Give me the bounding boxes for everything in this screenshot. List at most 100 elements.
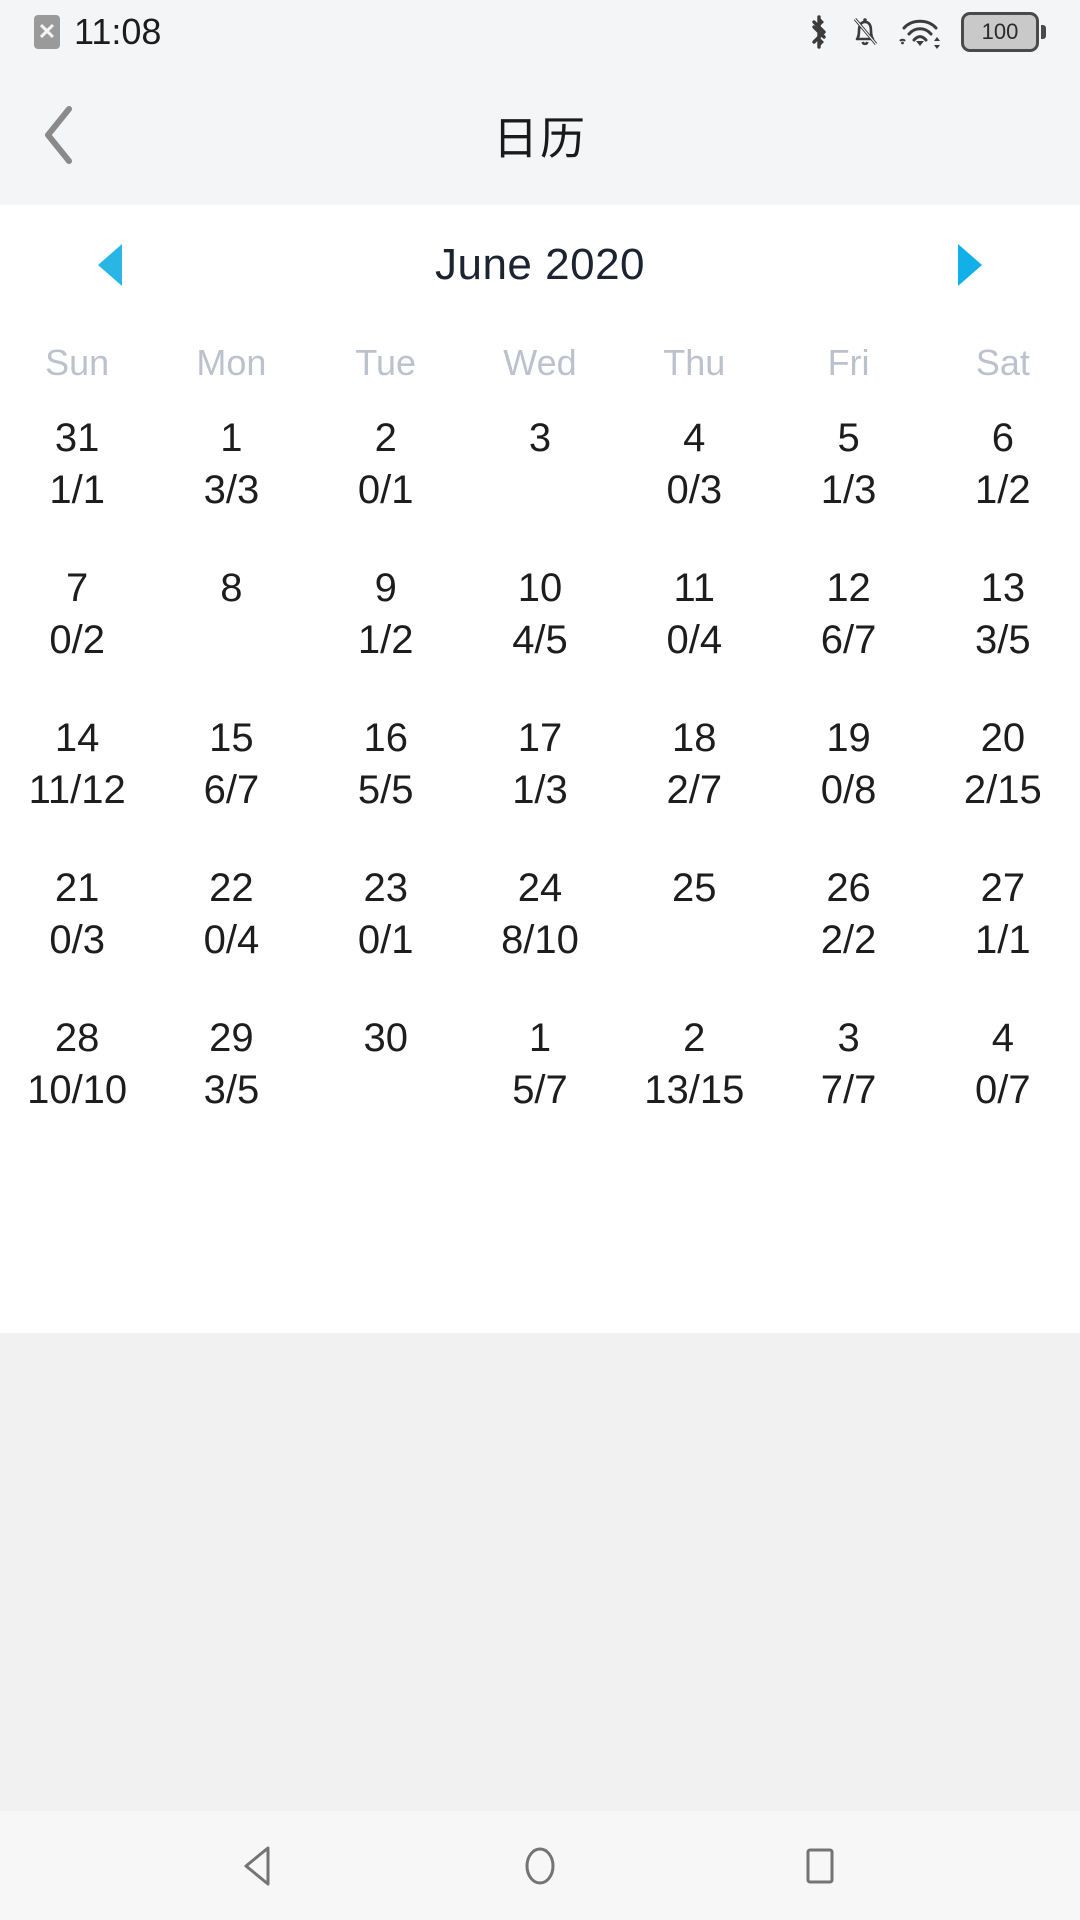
day-number: 16 — [363, 716, 408, 760]
day-number: 4 — [683, 416, 706, 460]
day-number: 7 — [66, 566, 89, 610]
day-cell[interactable]: 6 1/2 — [926, 401, 1080, 551]
day-number: 6 — [991, 416, 1014, 460]
day-count: 1/1 — [975, 918, 1031, 962]
triangle-right-icon — [958, 244, 982, 286]
nav-home-icon — [516, 1842, 564, 1890]
day-cell[interactable]: 8 — [154, 551, 308, 701]
day-count: 5/5 — [357, 768, 414, 812]
day-count: 3/5 — [975, 618, 1031, 662]
day-cell[interactable]: 2 0/1 — [309, 401, 463, 551]
day-count: 4/5 — [512, 618, 568, 662]
day-number: 24 — [517, 866, 563, 910]
day-count: 8/10 — [501, 918, 579, 962]
weekday-fri: Fri — [827, 342, 870, 383]
week-row: 28 10/10 29 3/5 30 1 5/7 2 13/15 3 7/7 4… — [0, 1001, 1080, 1151]
day-count: 0/4 — [666, 618, 723, 662]
day-count: 2/15 — [963, 768, 1042, 812]
day-cell[interactable]: 15 6/7 — [154, 701, 308, 851]
notifications-muted-icon — [849, 13, 881, 51]
day-number: 3 — [528, 416, 552, 460]
week-row: 21 0/3 22 0/4 23 0/1 24 8/10 25 26 2/2 2… — [0, 851, 1080, 1001]
day-cell[interactable]: 9 1/2 — [309, 551, 463, 701]
day-cell[interactable]: 17 1/3 — [463, 701, 617, 851]
day-cell[interactable]: 25 — [617, 851, 771, 1001]
day-cell[interactable]: 19 0/8 — [771, 701, 925, 851]
day-count: 0/4 — [203, 918, 260, 962]
week-row: 14 11/12 15 6/7 16 5/5 17 1/3 18 2/7 19 … — [0, 701, 1080, 851]
day-cell[interactable]: 11 0/4 — [617, 551, 771, 701]
day-count: 0/3 — [49, 918, 105, 962]
day-count: 2/2 — [820, 918, 877, 962]
calendar-grid: 31 1/1 1 3/3 2 0/1 3 4 0/3 5 1/3 6 1/2 7… — [0, 401, 1080, 1151]
day-number: 12 — [826, 566, 871, 610]
day-count: 0/7 — [975, 1068, 1031, 1112]
day-count: 1/1 — [49, 468, 105, 512]
day-cell[interactable]: 26 2/2 — [771, 851, 925, 1001]
prev-month-button[interactable] — [80, 235, 140, 295]
nav-recents-button[interactable] — [765, 1811, 875, 1920]
day-count: 0/1 — [357, 468, 414, 512]
weekday-thu: Thu — [663, 342, 726, 383]
battery-icon: 100 — [961, 12, 1046, 52]
weekday-tue: Tue — [355, 342, 417, 383]
day-cell[interactable]: 16 5/5 — [309, 701, 463, 851]
nav-home-button[interactable] — [485, 1811, 595, 1920]
day-cell[interactable]: 14 11/12 — [0, 701, 154, 851]
weekday-sat: Sat — [975, 342, 1030, 383]
day-number: 26 — [826, 866, 871, 910]
sim-x-icon: ✕ — [34, 15, 60, 49]
day-cell[interactable]: 5 1/3 — [771, 401, 925, 551]
day-cell[interactable]: 10 4/5 — [463, 551, 617, 701]
day-cell[interactable]: 21 0/3 — [0, 851, 154, 1001]
day-cell[interactable]: 1 5/7 — [463, 1001, 617, 1151]
bluetooth-icon — [806, 13, 832, 51]
day-cell[interactable]: 1 3/3 — [154, 401, 308, 551]
day-cell[interactable]: 28 10/10 — [0, 1001, 154, 1151]
day-cell[interactable]: 23 0/1 — [309, 851, 463, 1001]
day-cell[interactable]: 29 3/5 — [154, 1001, 308, 1151]
day-cell[interactable]: 3 — [463, 401, 617, 551]
day-cell[interactable]: 30 — [309, 1001, 463, 1151]
day-number: 13 — [980, 566, 1026, 610]
day-cell[interactable]: 4 0/7 — [926, 1001, 1080, 1151]
day-cell[interactable]: 13 3/5 — [926, 551, 1080, 701]
page-title: 日历 — [492, 113, 587, 164]
day-number: 2 — [374, 416, 397, 460]
day-number: 31 — [54, 416, 100, 460]
week-row: 31 1/1 1 3/3 2 0/1 3 4 0/3 5 1/3 6 1/2 — [0, 401, 1080, 551]
day-number: 21 — [54, 866, 100, 910]
day-cell[interactable]: 2 13/15 — [617, 1001, 771, 1151]
wifi-icon — [898, 13, 944, 51]
nav-back-button[interactable] — [205, 1811, 315, 1920]
day-number: 11 — [673, 566, 716, 610]
next-month-button[interactable] — [940, 235, 1000, 295]
day-count: 3/3 — [203, 468, 260, 512]
day-cell[interactable]: 31 1/1 — [0, 401, 154, 551]
weekday-wed: Wed — [503, 342, 577, 383]
day-number: 1 — [220, 416, 243, 460]
battery-level-label: 100 — [981, 19, 1019, 44]
day-count: 1/3 — [512, 768, 568, 812]
day-count: 1/3 — [820, 468, 877, 512]
day-count: 0/3 — [666, 468, 723, 512]
day-cell[interactable]: 22 0/4 — [154, 851, 308, 1001]
day-cell[interactable]: 20 2/15 — [926, 701, 1080, 851]
day-count: 3/5 — [203, 1068, 260, 1112]
day-cell[interactable]: 3 7/7 — [771, 1001, 925, 1151]
day-count: 5/7 — [512, 1068, 568, 1112]
day-count: 0/2 — [49, 618, 105, 662]
day-cell[interactable]: 27 1/1 — [926, 851, 1080, 1001]
day-cell[interactable]: 24 8/10 — [463, 851, 617, 1001]
day-cell[interactable]: 4 0/3 — [617, 401, 771, 551]
month-navigation: June 2020 — [0, 205, 1080, 325]
day-cell[interactable]: 18 2/7 — [617, 701, 771, 851]
day-cell[interactable]: 7 0/2 — [0, 551, 154, 701]
status-bar-right: 100 — [806, 12, 1046, 52]
day-cell[interactable]: 12 6/7 — [771, 551, 925, 701]
back-button[interactable] — [22, 98, 96, 172]
weekday-mon: Mon — [196, 342, 267, 383]
day-number: 30 — [363, 1016, 408, 1060]
day-number: 2 — [683, 1016, 706, 1060]
weekday-header: Sun Mon Tue Wed Thu Fri Sat — [0, 325, 1080, 401]
